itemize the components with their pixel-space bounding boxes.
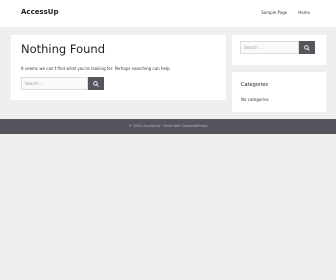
main-search-input[interactable] — [21, 77, 88, 90]
sidebar-search-form — [240, 41, 315, 54]
sidebar-search-widget — [232, 35, 326, 65]
main-content: Nothing Found It seems we can't find wha… — [11, 35, 226, 100]
site-footer: © 2021 AccessUp • Built with GeneratePre… — [0, 119, 336, 134]
search-icon — [304, 44, 310, 51]
sidebar-categories-widget: Categories No categories — [232, 72, 326, 112]
main-search-form — [21, 77, 104, 90]
site-title[interactable]: AccessUp — [21, 8, 59, 16]
categories-empty-text: No categories — [241, 97, 269, 102]
sidebar-search-input[interactable] — [240, 41, 299, 54]
site-header: AccessUp Sample Page Home — [0, 0, 336, 27]
sidebar-search-button[interactable] — [299, 41, 315, 54]
categories-title: Categories — [241, 82, 268, 88]
main-search-button[interactable] — [88, 77, 104, 90]
footer-copyright: © 2021 AccessUp • Built with GeneratePre… — [128, 124, 208, 128]
nav-link-home[interactable]: Home — [298, 10, 310, 15]
page-title: Nothing Found — [21, 42, 105, 56]
main-navigation: Sample Page Home — [261, 10, 310, 15]
nav-link-sample-page[interactable]: Sample Page — [261, 10, 287, 15]
no-results-message: It seems we can't find what you're looki… — [21, 66, 171, 71]
search-icon — [93, 80, 99, 87]
